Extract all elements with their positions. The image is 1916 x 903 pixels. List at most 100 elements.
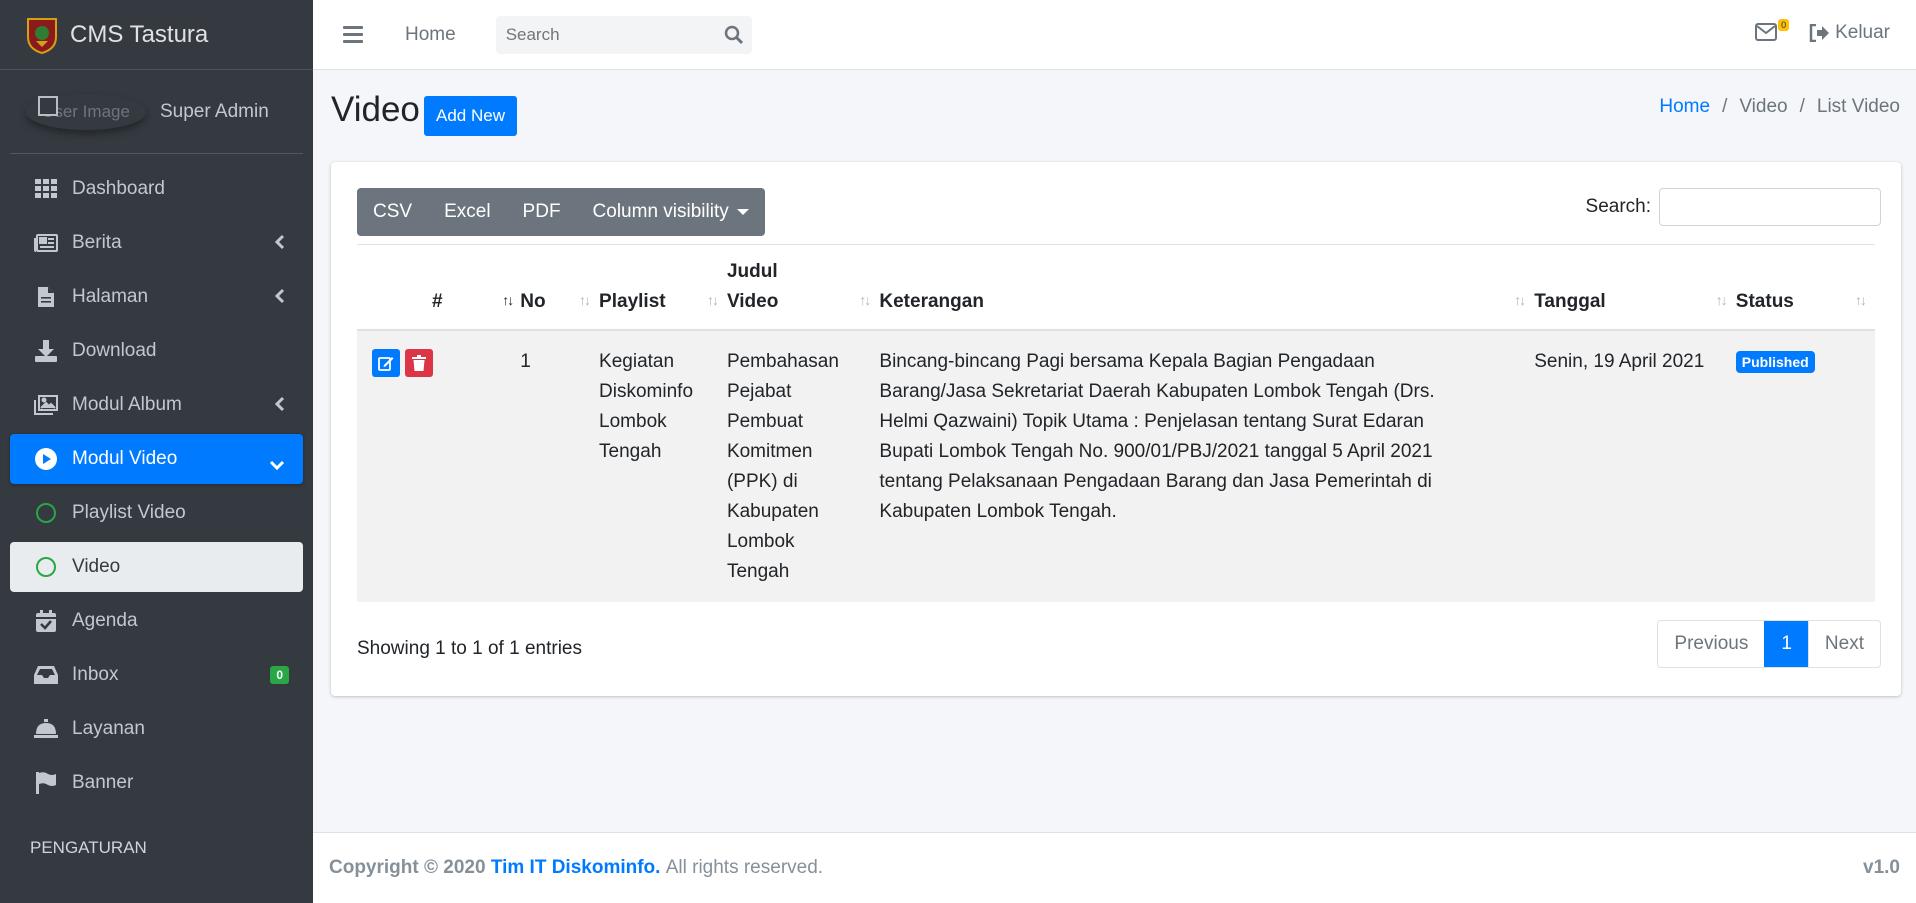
inbox-icon [34, 663, 58, 687]
sidebar-item-playlist-video[interactable]: Playlist Video [10, 488, 303, 538]
bell-concierge-icon [34, 717, 58, 741]
column-visibility-button[interactable]: Column visibility [577, 188, 765, 236]
delete-button[interactable] [405, 349, 433, 377]
top-home-link[interactable]: Home [405, 24, 456, 46]
user-avatar[interactable]: User Image [26, 94, 146, 130]
user-panel[interactable]: User Image Super Admin [10, 70, 303, 154]
trash-icon [412, 355, 426, 371]
logout-link[interactable]: Keluar [1809, 22, 1890, 44]
sidebar-item-inbox[interactable]: Inbox 0 [10, 650, 303, 700]
navbar-right: 0 Keluar [1755, 19, 1890, 44]
sidebar-item-label: Playlist Video [72, 502, 186, 523]
sidebar-item-label: Layanan [72, 718, 145, 739]
sidebar-section-header: PENGATURAN [30, 838, 147, 857]
sort-asc-icon: ↑↓ [502, 292, 514, 308]
navbar-search-input[interactable] [495, 15, 696, 54]
sort-icon: ↑↓ [1514, 292, 1526, 308]
cell-keterangan: Bincang-bincang Pagi bersama Kepala Bagi… [879, 330, 1535, 602]
cell-tanggal: Senin, 19 April 2021 [1534, 330, 1736, 602]
sidebar-item-label: Halaman [72, 286, 149, 307]
sidebar-item-agenda[interactable]: Agenda [10, 596, 303, 646]
sort-icon: ↑↓ [1855, 292, 1867, 308]
brand-logo-icon [24, 15, 60, 55]
table-row: 1 Kegiatan Diskominfo Lombok Tengah Pemb… [357, 330, 1875, 602]
column-visibility-label: Column visibility [592, 201, 729, 222]
breadcrumb-list-video: List Video [1816, 96, 1900, 117]
navbar-search [495, 15, 752, 54]
sidebar-item-layanan[interactable]: Layanan [10, 704, 303, 754]
video-list-card: CSV Excel PDF Column visibility Search: … [331, 162, 1901, 696]
col-header-tanggal[interactable]: Tanggal ↑↓ [1534, 244, 1736, 331]
sidebar-item-dashboard[interactable]: Dashboard [10, 164, 303, 214]
menu-toggle-icon[interactable] [343, 26, 363, 43]
sort-icon: ↑↓ [706, 292, 719, 308]
calendar-check-icon [34, 609, 58, 633]
sidebar-nav: Dashboard Berita Halaman Download Modul … [0, 154, 313, 808]
circle-icon [34, 555, 58, 579]
col-header-playlist[interactable]: Playlist ↑↓ [599, 244, 727, 331]
sidebar-item-label: Modul Video [72, 448, 178, 469]
sidebar-item-modul-video[interactable]: Modul Video [10, 434, 303, 484]
table-search: Search: [1586, 188, 1881, 226]
caret-down-icon [736, 209, 749, 215]
sidebar-item-video[interactable]: Video [10, 542, 303, 592]
broken-image-icon [38, 95, 58, 116]
search-icon[interactable] [724, 25, 744, 45]
sidebar-item-label: Berita [72, 232, 122, 253]
pagination: Previous 1 Next [1657, 620, 1881, 668]
inbox-count-badge: 0 [270, 666, 289, 684]
col-header-hash[interactable]: # [357, 244, 445, 331]
flag-icon [34, 771, 58, 795]
mail-icon[interactable]: 0 [1755, 19, 1790, 43]
sidebar-item-halaman[interactable]: Halaman [10, 272, 303, 322]
footer-org-link[interactable]: Tim IT Diskominfo. [491, 857, 661, 879]
newspaper-icon [34, 231, 58, 255]
add-new-button[interactable]: Add New [424, 96, 517, 136]
sidebar-item-download[interactable]: Download [10, 326, 303, 376]
sidebar-item-label: Inbox [72, 664, 119, 685]
sign-out-icon [1809, 24, 1830, 42]
cell-no: 1 [520, 330, 600, 602]
pagination-previous[interactable]: Previous [1658, 621, 1764, 667]
sidebar-item-label: Video [72, 556, 121, 577]
sidebar-item-modul-album[interactable]: Modul Album [10, 380, 303, 430]
table-search-label: Search: [1585, 196, 1651, 217]
excel-button[interactable]: Excel [428, 188, 506, 236]
brand-link[interactable]: CMS Tastura [0, 0, 313, 70]
csv-button[interactable]: CSV [357, 188, 428, 236]
cell-judul-video: Pembahasan Pejabat Pembuat Komitmen (PPK… [726, 330, 880, 602]
circle-icon [34, 501, 58, 525]
cell-status: Published [1735, 330, 1875, 602]
video-table: # ↑↓ No ↑↓ Playlist ↑↓ Judul Video ↑↓ Keter… [357, 244, 1875, 602]
images-icon [34, 393, 58, 417]
col-header-action[interactable]: ↑↓ [444, 244, 521, 331]
download-icon [34, 339, 58, 363]
chevron-left-icon [274, 234, 285, 256]
breadcrumb-video: Video [1739, 96, 1788, 117]
sidebar-item-berita[interactable]: Berita [10, 218, 303, 268]
col-header-judul-video[interactable]: Judul Video ↑↓ [726, 244, 880, 331]
col-header-no[interactable]: No ↑↓ [520, 244, 600, 331]
breadcrumb-home[interactable]: Home [1659, 96, 1710, 118]
table-search-input[interactable] [1659, 188, 1881, 226]
pdf-button[interactable]: PDF [507, 188, 577, 236]
sidebar-item-banner[interactable]: Banner [10, 758, 303, 808]
table-info: Showing 1 to 1 of 1 entries [357, 638, 582, 659]
pagination-next[interactable]: Next [1807, 621, 1880, 667]
edit-button[interactable] [372, 349, 400, 377]
sort-icon: ↑↓ [579, 292, 591, 308]
sidebar-item-label: Modul Album [72, 394, 182, 415]
col-header-status[interactable]: Status ↑↓ [1735, 244, 1875, 331]
pagination-page-1[interactable]: 1 [1764, 621, 1808, 667]
logout-label: Keluar [1835, 22, 1890, 43]
page-title: Video [331, 90, 420, 129]
brand-title: CMS Tastura [70, 20, 209, 48]
footer-version: v1.0 [1863, 857, 1900, 878]
col-header-keterangan[interactable]: Keterangan ↑↓ [879, 244, 1535, 331]
mail-count-badge: 0 [1778, 19, 1790, 31]
sidebar-item-label: Banner [72, 772, 134, 793]
sidebar-item-label: Download [72, 340, 157, 361]
breadcrumb-separator: / [1799, 96, 1805, 117]
sort-icon: ↑↓ [1715, 292, 1728, 308]
user-name[interactable]: Super Admin [160, 101, 269, 123]
